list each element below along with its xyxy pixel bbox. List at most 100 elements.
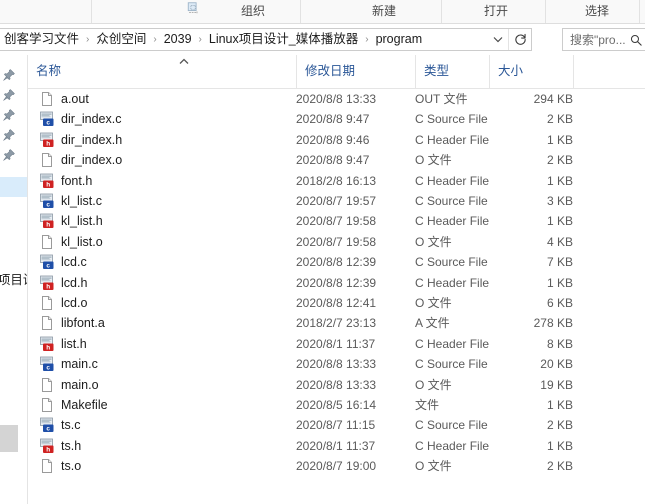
file-date-modified: 2020/8/5 16:14	[296, 398, 377, 412]
file-date-modified: 2018/2/7 23:13	[296, 316, 377, 331]
file-row[interactable]: libfont.a 2018/2/7 23:13 A 文件 278 KB	[28, 313, 645, 333]
search-box[interactable]: 搜索"pro...	[562, 28, 645, 51]
file-size: 1 KB	[546, 438, 573, 453]
file-name: lcd.o	[61, 296, 88, 310]
nav-pane-item-3[interactable]	[0, 105, 27, 125]
file-row[interactable]: h font.h 2018/2/8 16:13 C Header File 1 KB	[28, 171, 645, 191]
nav-pane-item-1[interactable]	[0, 65, 27, 85]
ribbon-group-2-label[interactable]: 新建	[344, 3, 424, 19]
address-bar[interactable]: 创客学习文件 › 众创空间 › 2039 › Linux项目设计_媒体播放器 › program	[0, 28, 532, 51]
file-size: 6 KB	[546, 296, 573, 310]
search-icon[interactable]	[628, 34, 645, 46]
nav-pane-item-5[interactable]	[0, 145, 27, 165]
file-row[interactable]: c ts.c 2020/8/7 11:15 C Source File 2 KB	[28, 415, 645, 435]
pin-icon	[2, 128, 16, 142]
file-size: 1 KB	[546, 132, 573, 147]
ribbon-group-4-label[interactable]: 选择	[557, 3, 637, 19]
file-row[interactable]: c kl_list.c 2020/8/7 19:57 C Source File 3 K…	[28, 191, 645, 211]
file-type: C Header File	[415, 173, 490, 188]
file-date-modified: 2020/8/7 19:58	[296, 234, 377, 249]
file-type: C Source File	[415, 418, 488, 433]
nav-pane-item-label: Linux项目设计_媒体播放器	[0, 273, 27, 287]
file-size: 2 KB	[546, 153, 573, 168]
generic-file-icon	[39, 152, 55, 168]
pin-icon	[2, 148, 16, 162]
file-name: dir_index.o	[61, 153, 123, 168]
file-name: font.h	[61, 173, 93, 188]
file-row[interactable]: h kl_list.h 2020/8/7 19:58 C Header File 1 K…	[28, 211, 645, 231]
svg-text:h: h	[46, 140, 50, 147]
file-row[interactable]: kl_list.o 2020/8/7 19:58 O 文件 4 KB	[28, 232, 645, 252]
file-date-modified: 2020/8/8 13:33	[296, 92, 377, 106]
file-type: C Header File	[415, 438, 490, 453]
file-row[interactable]: lcd.o 2020/8/8 12:41 O 文件 6 KB	[28, 293, 645, 313]
ribbon-group-1-label[interactable]: 组织	[213, 3, 293, 19]
file-size: 19 KB	[540, 377, 573, 392]
search-input[interactable]: 搜索"pro...	[563, 31, 628, 48]
file-name: kl_list.c	[61, 194, 102, 208]
file-row[interactable]: dir_index.o 2020/8/8 9:47 O 文件 2 KB	[28, 150, 645, 170]
breadcrumb-item-4[interactable]: Linux项目设计_媒体播放器	[206, 29, 361, 50]
file-list[interactable]: a.out 2020/8/8 13:33 OUT 文件 294 KB c dir_inde…	[28, 89, 645, 504]
file-type: O 文件	[415, 153, 452, 168]
file-size: 20 KB	[540, 357, 573, 372]
file-row[interactable]: h lcd.h 2020/8/8 12:39 C Header File 1 KB	[28, 273, 645, 293]
file-size: 8 KB	[546, 336, 573, 351]
ribbon-button-icon[interactable]	[186, 1, 201, 15]
file-name: lcd.c	[61, 255, 87, 270]
refresh-icon[interactable]	[508, 29, 531, 50]
pin-icon	[2, 88, 16, 102]
svg-text:c: c	[46, 202, 50, 209]
generic-file-icon	[39, 397, 55, 413]
nav-pane-item-2[interactable]	[0, 85, 27, 105]
file-date-modified: 2020/8/1 11:37	[296, 336, 376, 351]
nav-pane-item-7[interactable]: Linux项目设计_媒体播放器	[0, 270, 27, 290]
column-header-pad[interactable]	[573, 55, 645, 88]
file-name: kl_list.o	[61, 234, 103, 249]
ribbon-group-separator	[545, 0, 546, 23]
breadcrumb-item-3[interactable]: 2039	[161, 29, 195, 50]
file-row[interactable]: a.out 2020/8/8 13:33 OUT 文件 294 KB	[28, 89, 645, 109]
navigation-pane-scrollbar-thumb[interactable]	[0, 425, 18, 452]
file-row[interactable]: c main.c 2020/8/8 13:33 C Source File 20 KB	[28, 354, 645, 374]
ribbon-toolbar: 组织 新建 打开 选择	[0, 0, 645, 24]
file-row[interactable]: ts.o 2020/8/7 19:00 O 文件 2 KB	[28, 456, 645, 476]
file-row[interactable]: h dir_index.h 2020/8/8 9:46 C Header File 1 …	[28, 130, 645, 150]
c-source-file-icon: c	[39, 111, 55, 127]
column-header-row: 名称 修改日期 类型 大小	[28, 55, 645, 89]
column-header-type[interactable]: 类型	[415, 55, 489, 88]
column-header-size[interactable]: 大小	[489, 55, 573, 88]
file-size: 3 KB	[546, 194, 573, 208]
chevron-down-icon[interactable]	[487, 29, 509, 50]
column-header-date[interactable]: 修改日期	[296, 55, 415, 88]
pin-icon	[2, 68, 16, 82]
breadcrumb-item-1[interactable]: 创客学习文件	[1, 29, 82, 50]
file-name: dir_index.c	[61, 112, 122, 127]
file-date-modified: 2020/8/8 13:33	[296, 357, 377, 372]
file-size: 2 KB	[546, 418, 573, 433]
breadcrumb-item-5[interactable]: program	[373, 29, 426, 50]
file-row[interactable]: h ts.h 2020/8/1 11:37 C Header File 1 KB	[28, 436, 645, 456]
generic-file-icon	[39, 234, 55, 250]
file-type: C Source File	[415, 255, 488, 270]
file-row[interactable]: h list.h 2020/8/1 11:37 C Header File 8 KB	[28, 334, 645, 354]
file-row[interactable]: Makefile 2020/8/5 16:14 文件 1 KB	[28, 395, 645, 415]
breadcrumb-separator: ›	[86, 34, 90, 45]
file-date-modified: 2020/8/8 9:47	[296, 112, 370, 127]
file-date-modified: 2020/8/8 13:33	[296, 377, 377, 392]
file-size: 2 KB	[546, 112, 573, 127]
breadcrumb-separator: ›	[153, 34, 157, 45]
generic-file-icon	[39, 295, 55, 311]
column-header-name[interactable]: 名称	[28, 55, 296, 88]
file-row[interactable]: c lcd.c 2020/8/8 12:39 C Source File 7 KB	[28, 252, 645, 272]
file-type: C Header File	[415, 336, 490, 351]
file-row[interactable]: c dir_index.c 2020/8/8 9:47 C Source File 2 …	[28, 109, 645, 129]
file-size: 2 KB	[546, 459, 573, 474]
ribbon-group-3-label[interactable]: 打开	[456, 3, 536, 19]
file-size: 294 KB	[533, 92, 573, 106]
file-type: O 文件	[415, 296, 452, 310]
breadcrumb-item-2[interactable]: 众创空间	[93, 29, 149, 50]
file-row[interactable]: main.o 2020/8/8 13:33 O 文件 19 KB	[28, 375, 645, 395]
nav-pane-item-6[interactable]	[0, 177, 27, 197]
nav-pane-item-4[interactable]	[0, 125, 27, 145]
